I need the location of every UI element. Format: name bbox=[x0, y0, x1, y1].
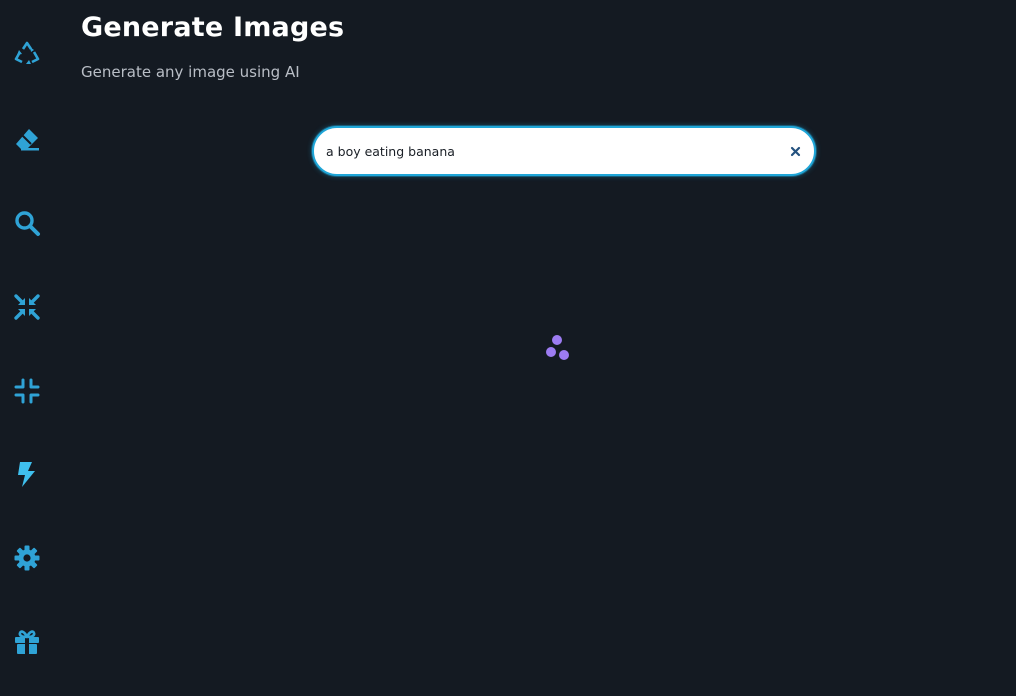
sidebar-item-compress[interactable] bbox=[10, 374, 44, 408]
main-content: Generate Images Generate any image using… bbox=[81, 0, 1016, 696]
close-icon bbox=[790, 146, 800, 156]
eraser-icon bbox=[16, 129, 39, 151]
sidebar-item-eraser[interactable] bbox=[10, 122, 44, 156]
sidebar-item-compress-arrows[interactable] bbox=[10, 290, 44, 324]
sidebar-item-bolt[interactable] bbox=[10, 457, 44, 491]
compress-icon bbox=[14, 378, 40, 404]
search-icon bbox=[15, 211, 40, 236]
recycle-icon bbox=[14, 41, 40, 64]
app-window: Generate Images Generate any image using… bbox=[0, 0, 1016, 696]
sidebar bbox=[0, 0, 56, 696]
page-subtitle: Generate any image using AI bbox=[81, 63, 300, 81]
loader-dot bbox=[559, 350, 569, 360]
compress-arrows-icon bbox=[14, 294, 40, 320]
gift-icon bbox=[15, 630, 39, 654]
loading-dots-icon bbox=[540, 333, 574, 365]
sidebar-item-recycle[interactable] bbox=[10, 37, 44, 71]
prompt-search-bar bbox=[312, 126, 816, 176]
gear-icon bbox=[14, 545, 40, 571]
loader-dot bbox=[552, 335, 562, 345]
page-title: Generate Images bbox=[81, 12, 345, 43]
sidebar-item-settings[interactable] bbox=[10, 541, 44, 575]
clear-button[interactable] bbox=[786, 142, 804, 160]
sidebar-item-gift[interactable] bbox=[10, 625, 44, 659]
prompt-input[interactable] bbox=[326, 128, 766, 174]
sidebar-item-search[interactable] bbox=[10, 206, 44, 240]
loader-dot bbox=[546, 347, 556, 357]
bolt-icon bbox=[18, 462, 35, 487]
